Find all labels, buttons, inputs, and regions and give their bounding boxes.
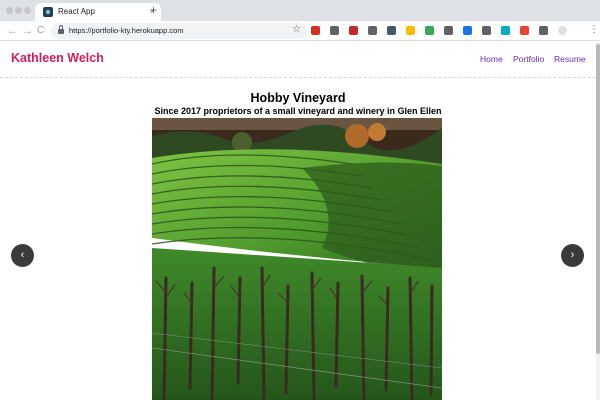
page: Kathleen Welch Home Portfolio Resume Hob… <box>0 42 600 400</box>
page-scrollbar[interactable] <box>596 42 600 400</box>
browser-menu-icon[interactable]: ⋮ <box>589 24 599 36</box>
react-favicon-icon <box>43 7 53 17</box>
new-tab-button[interactable]: + <box>150 4 157 16</box>
carousel-title: Hobby Vineyard <box>250 91 346 105</box>
lock-icon <box>58 25 64 34</box>
nav-resume[interactable]: Resume <box>554 54 586 64</box>
browser-tabstrip: React App × + <box>0 0 600 21</box>
extension-icon[interactable] <box>406 26 415 35</box>
scrollbar-thumb[interactable] <box>596 44 600 354</box>
extension-icon[interactable] <box>482 26 491 35</box>
reload-button[interactable]: C <box>37 25 44 37</box>
extension-icon[interactable] <box>349 26 358 35</box>
nav-portfolio[interactable]: Portfolio <box>513 54 544 64</box>
brand-logo[interactable]: Kathleen Welch <box>11 51 104 65</box>
address-bar[interactable]: https://portfolio-kty.herokuapp.com <box>51 23 307 39</box>
browser-toolbar: ← → C https://portfolio-kty.herokuapp.co… <box>0 21 600 41</box>
extension-icon[interactable] <box>501 26 510 35</box>
extension-icon[interactable] <box>311 26 320 35</box>
browser-tab[interactable]: React App × <box>35 3 161 21</box>
carousel-next-button[interactable]: › <box>561 244 584 267</box>
close-window-icon[interactable] <box>6 7 13 14</box>
nav-home[interactable]: Home <box>480 54 503 64</box>
extension-icon[interactable] <box>558 26 567 35</box>
url-text[interactable]: https://portfolio-kty.herokuapp.com <box>69 26 184 35</box>
vineyard-photo <box>152 118 442 400</box>
extension-icon[interactable] <box>330 26 339 35</box>
bookmark-star-icon[interactable]: ☆ <box>292 24 301 36</box>
extension-icon[interactable] <box>368 26 377 35</box>
extension-icon[interactable] <box>520 26 529 35</box>
carousel-subtitle: Since 2017 proprietors of a small vineya… <box>154 106 442 116</box>
extension-icon[interactable] <box>463 26 472 35</box>
extension-icon[interactable] <box>539 26 548 35</box>
extension-icon[interactable] <box>425 26 434 35</box>
carousel-prev-button[interactable]: ‹ <box>11 244 34 267</box>
zoom-window-icon[interactable] <box>24 7 31 14</box>
extension-icon[interactable] <box>444 26 453 35</box>
tab-title: React App <box>58 7 95 16</box>
site-navbar: Kathleen Welch Home Portfolio Resume <box>0 42 596 78</box>
back-button[interactable]: ← <box>7 25 18 37</box>
extension-icon[interactable] <box>387 26 396 35</box>
minimize-window-icon[interactable] <box>15 7 22 14</box>
forward-button[interactable]: → <box>22 25 33 37</box>
